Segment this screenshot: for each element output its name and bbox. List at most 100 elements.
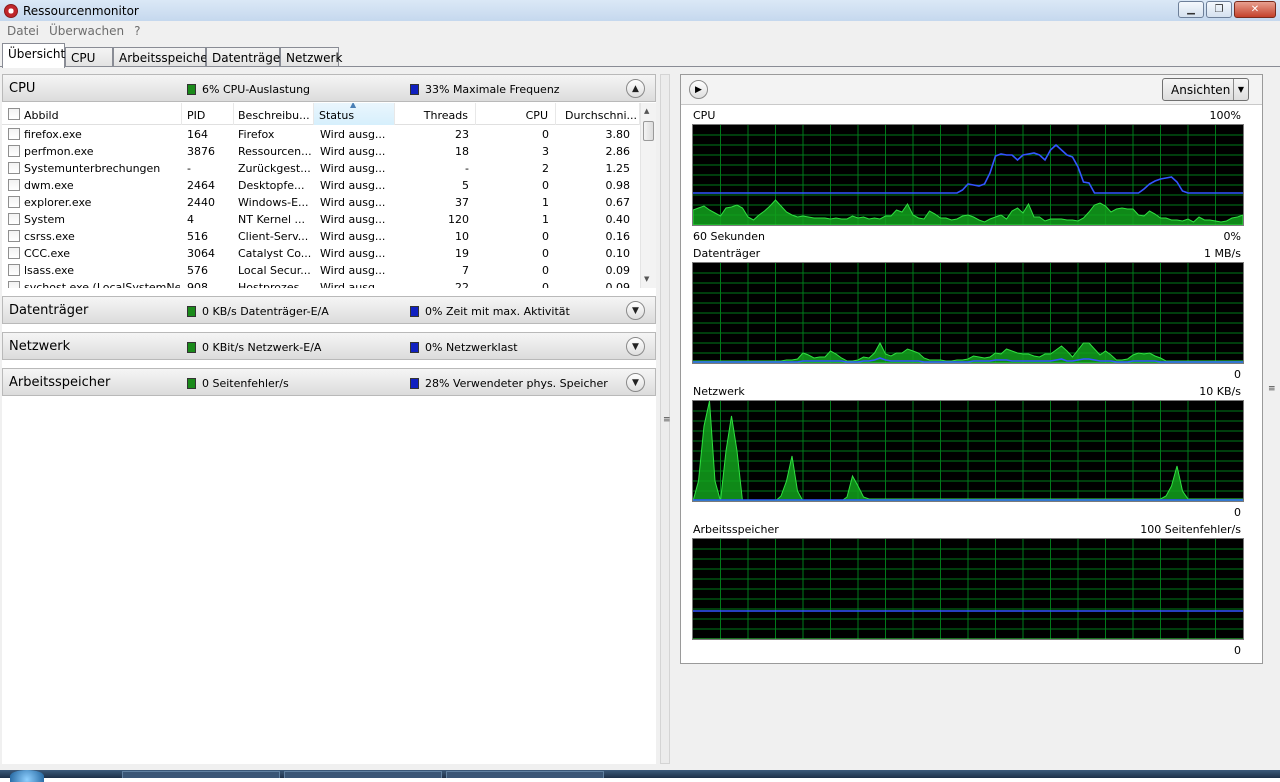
column-header-threads[interactable]: Threads bbox=[395, 103, 476, 125]
cell-image: lsass.exe bbox=[24, 264, 74, 277]
cell-avg-cpu: 2.86 bbox=[605, 145, 631, 158]
tab-cpu[interactable]: CPU bbox=[65, 47, 113, 67]
splitter-grip-icon[interactable]: ≡ bbox=[663, 415, 671, 425]
row-checkbox[interactable] bbox=[8, 230, 20, 242]
expand-chevron-down-icon[interactable]: ▼ bbox=[626, 337, 645, 356]
row-checkbox[interactable] bbox=[8, 264, 20, 276]
tab-datentraeger[interactable]: Datenträger bbox=[206, 47, 285, 67]
network-section-header[interactable]: Netzwerk 0 KBit/s Netzwerk-E/A 0% Netzwe… bbox=[2, 332, 656, 360]
taskbar-item[interactable] bbox=[122, 771, 280, 778]
table-row[interactable]: svchost.exe (LocalSystemNet... 908 Hostpro… bbox=[2, 279, 640, 288]
table-scrollbar[interactable]: ▲ ▼ bbox=[640, 103, 656, 288]
memory-section-title: Arbeitsspeicher bbox=[9, 375, 111, 390]
cpu-section-header[interactable]: CPU 6% CPU-Auslastung 33% Maximale Frequ… bbox=[2, 74, 656, 102]
blue-legend-icon bbox=[410, 306, 419, 317]
cell-cpu: 3 bbox=[542, 145, 549, 158]
cell-image: Systemunterbrechungen bbox=[24, 162, 161, 175]
graph-pane-header: ▶ Ansichten ▼ bbox=[681, 75, 1262, 105]
column-header-abbild[interactable]: Abbild bbox=[2, 103, 182, 125]
row-checkbox[interactable] bbox=[8, 247, 20, 259]
row-checkbox[interactable] bbox=[8, 179, 20, 191]
column-header-status[interactable]: ▲ Status bbox=[314, 103, 395, 125]
table-row[interactable]: explorer.exe 2440 Windows-E... Wird ausg...… bbox=[2, 194, 640, 211]
cell-image: svchost.exe (LocalSystemNet... bbox=[24, 281, 180, 288]
table-row[interactable]: perfmon.exe 3876 Ressourcen... Wird ausg...… bbox=[2, 143, 640, 160]
splitter-track[interactable]: ≡ bbox=[660, 74, 671, 764]
cell-pid: - bbox=[187, 162, 191, 175]
scroll-up-arrow-icon[interactable]: ▲ bbox=[644, 107, 649, 115]
table-row[interactable]: dwm.exe 2464 Desktopfe... Wird ausg... 5 0 0.9… bbox=[2, 177, 640, 194]
expand-chevron-down-icon[interactable]: ▼ bbox=[626, 373, 645, 392]
cell-cpu: 1 bbox=[542, 213, 549, 226]
graph-network bbox=[692, 400, 1244, 502]
cpu-section-title: CPU bbox=[9, 81, 36, 96]
graph-disk-min: 0 bbox=[1234, 368, 1241, 381]
table-row[interactable]: csrss.exe 516 Client-Serv... Wird ausg... 10… bbox=[2, 228, 640, 245]
disk-section-header[interactable]: Datenträger 0 KB/s Datenträger-E/A 0% Ze… bbox=[2, 296, 656, 324]
memory-faults-text: 0 Seitenfehler/s bbox=[202, 377, 289, 390]
cell-image: firefox.exe bbox=[24, 128, 82, 141]
minimize-button[interactable]: ▁ bbox=[1178, 1, 1204, 18]
table-row[interactable]: System 4 NT Kernel ... Wird ausg... 120 1 0.40 bbox=[2, 211, 640, 228]
graph-network-title: Netzwerk bbox=[693, 385, 745, 398]
row-checkbox[interactable] bbox=[8, 128, 20, 140]
chevron-right-icon[interactable]: ▶ bbox=[689, 80, 708, 99]
cell-description: Ressourcen... bbox=[238, 145, 312, 158]
scroll-grip-icon[interactable]: ≡ bbox=[1268, 384, 1276, 394]
window-title: Ressourcenmonitor bbox=[23, 3, 139, 18]
left-pane: CPU 6% CPU-Auslastung 33% Maximale Frequ… bbox=[2, 74, 656, 764]
taskbar-item[interactable] bbox=[446, 771, 604, 778]
menu-help[interactable]: ? bbox=[129, 24, 145, 38]
tab-arbeitsspeicher[interactable]: Arbeitsspeicher bbox=[113, 47, 213, 67]
start-button-icon[interactable] bbox=[10, 770, 44, 782]
views-button[interactable]: Ansichten ▼ bbox=[1162, 78, 1249, 101]
dropdown-arrow-icon[interactable]: ▼ bbox=[1233, 79, 1248, 100]
column-header-beschreibung[interactable]: Beschreibu... bbox=[234, 103, 314, 125]
graph-pane: ▶ Ansichten ▼ CPU 100% 60 Sekunden 0% Da… bbox=[680, 74, 1263, 664]
memory-section-header[interactable]: Arbeitsspeicher 0 Seitenfehler/s 28% Ver… bbox=[2, 368, 656, 396]
tab-uebersicht[interactable]: Übersicht bbox=[2, 43, 65, 68]
menu-datei[interactable]: Datei bbox=[2, 24, 44, 38]
collapse-chevron-up-icon[interactable]: ▲ bbox=[626, 79, 645, 98]
scroll-down-arrow-icon[interactable]: ▼ bbox=[644, 275, 649, 283]
row-checkbox[interactable] bbox=[8, 145, 20, 157]
tab-netzwerk[interactable]: Netzwerk bbox=[280, 47, 342, 67]
row-checkbox[interactable] bbox=[8, 213, 20, 225]
graph-memory-title: Arbeitsspeicher bbox=[693, 523, 779, 536]
row-checkbox[interactable] bbox=[8, 281, 20, 288]
table-row[interactable]: Systemunterbrechungen - Zurückgest... Wird … bbox=[2, 160, 640, 177]
memory-faults-stat: 0 Seitenfehler/s bbox=[187, 377, 289, 390]
blue-legend-icon bbox=[410, 378, 419, 389]
cpu-frequency-stat: 33% Maximale Frequenz bbox=[410, 83, 560, 96]
taskbar-item[interactable] bbox=[284, 771, 442, 778]
row-checkbox[interactable] bbox=[8, 196, 20, 208]
cell-image: dwm.exe bbox=[24, 179, 74, 192]
table-header: Abbild PID Beschreibu... ▲ Status Thread… bbox=[2, 103, 640, 125]
maximize-button[interactable]: ❐ bbox=[1206, 1, 1232, 18]
cell-pid: 4 bbox=[187, 213, 194, 226]
table-row[interactable]: lsass.exe 576 Local Secur... Wird ausg... 7 0… bbox=[2, 262, 640, 279]
close-button[interactable]: ✕ bbox=[1234, 1, 1276, 18]
graph-memory-max: 100 Seitenfehler/s bbox=[1140, 523, 1241, 536]
cell-threads: 22 bbox=[455, 281, 469, 288]
table-row[interactable]: CCC.exe 3064 Catalyst Co... Wird ausg... 19 0… bbox=[2, 245, 640, 262]
column-header-durchschnitt[interactable]: Durchschni... bbox=[556, 103, 640, 125]
scroll-thumb[interactable] bbox=[643, 121, 654, 141]
network-load-text: 0% Netzwerklast bbox=[425, 341, 518, 354]
cell-description: Catalyst Co... bbox=[238, 247, 312, 260]
pane-splitter[interactable]: ≡ bbox=[658, 74, 672, 764]
table-row[interactable]: firefox.exe 164 Firefox Wird ausg... 23 0 3.80 bbox=[2, 126, 640, 143]
green-legend-icon bbox=[187, 378, 196, 389]
cell-cpu: 1 bbox=[542, 196, 549, 209]
expand-chevron-down-icon[interactable]: ▼ bbox=[626, 301, 645, 320]
cell-threads: 5 bbox=[462, 179, 469, 192]
column-header-pid[interactable]: PID bbox=[182, 103, 234, 125]
menu-ueberwachen[interactable]: Überwachen bbox=[44, 24, 129, 38]
column-header-cpu[interactable]: CPU bbox=[476, 103, 556, 125]
cell-cpu: 0 bbox=[542, 281, 549, 288]
cell-image: explorer.exe bbox=[24, 196, 92, 209]
graph-disk-max: 1 MB/s bbox=[1204, 247, 1241, 260]
graph-pane-scrollbar[interactable]: ≡ bbox=[1265, 74, 1278, 664]
row-checkbox[interactable] bbox=[8, 162, 20, 174]
graph-disk-svg bbox=[692, 263, 1244, 364]
